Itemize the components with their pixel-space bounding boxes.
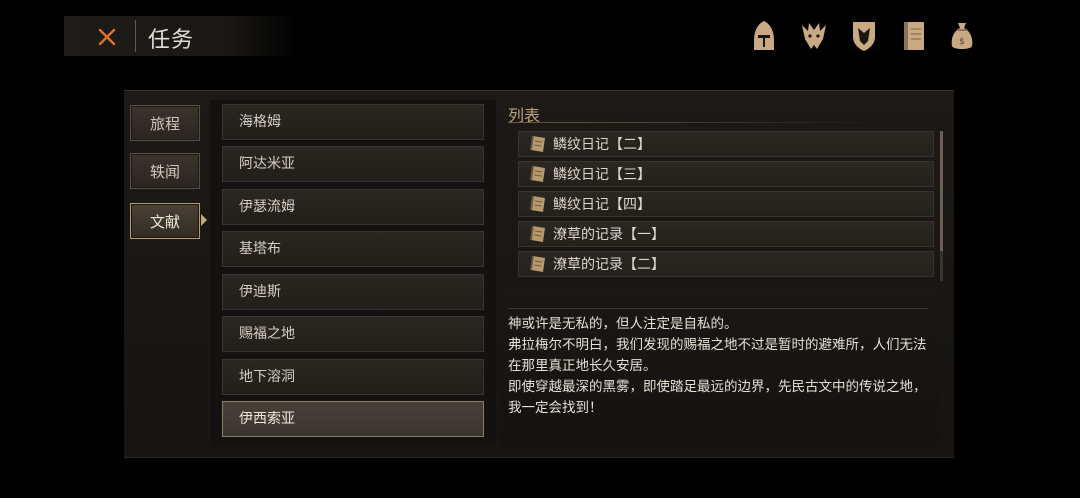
beast-emblem-button[interactable] [794, 16, 834, 56]
document-entry-label: 潦草的记录【一】 [553, 227, 665, 243]
scroll-icon [530, 255, 545, 272]
document-entry[interactable]: 鳞纹日记【四】 [518, 191, 934, 217]
region-item[interactable]: 伊迪斯 [222, 274, 484, 310]
description-line: 弗拉梅尔不明白，我们发现的赐福之地不过是暂时的避难所，人们无法在那里真正地长久安… [508, 337, 927, 374]
top-menu-icons: $ [740, 16, 980, 56]
knight-helmet-icon [754, 21, 774, 50]
category-journey[interactable]: 旅程 [130, 105, 200, 141]
region-item[interactable]: 海格姆 [222, 104, 484, 140]
scroll-icon [530, 195, 545, 212]
shield-crest-icon [853, 22, 875, 51]
category-documents[interactable]: 文献 [130, 203, 200, 239]
document-entry[interactable]: 潦草的记录【一】 [518, 221, 934, 247]
close-x-icon [98, 28, 116, 46]
region-item[interactable]: 赐福之地 [222, 316, 484, 352]
beast-emblem-icon [802, 23, 826, 49]
list-scrollbar-thumb[interactable] [940, 131, 943, 251]
quest-screen: 任务 $ 旅程 轶闻 文献 海格姆 阿达米亚 伊瑟流姆 基塔布 伊迪斯 赐福之地… [0, 0, 1080, 498]
money-bag-button[interactable]: $ [942, 16, 982, 56]
region-item[interactable]: 阿达米亚 [222, 146, 484, 182]
description-text: 神或许是无私的，但人注定是自私的。 弗拉梅尔不明白，我们发现的赐福之地不过是暂时… [508, 314, 934, 419]
category-anecdotes[interactable]: 轶闻 [130, 153, 200, 189]
description-line: 神或许是无私的，但人注定是自私的。 [508, 316, 738, 332]
document-entry[interactable]: 鳞纹日记【二】 [518, 131, 934, 157]
list-title-divider [508, 122, 888, 123]
journal-book-icon [904, 22, 924, 50]
header-divider [135, 20, 136, 52]
close-button[interactable] [92, 22, 122, 52]
svg-text:$: $ [959, 37, 965, 47]
region-item[interactable]: 基塔布 [222, 231, 484, 267]
description-line: 即使穿越最深的黑雾，即使踏足最远的边界，先民古文中的传说之地，我一定会找到！ [508, 379, 927, 416]
region-item[interactable]: 地下溶洞 [222, 359, 484, 395]
document-entry-label: 潦草的记录【二】 [553, 257, 665, 273]
document-entry-label: 鳞纹日记【四】 [553, 197, 651, 213]
scroll-icon [530, 225, 545, 242]
journal-button[interactable] [894, 16, 934, 56]
active-category-arrow-icon [201, 214, 207, 226]
region-item[interactable]: 伊瑟流姆 [222, 189, 484, 225]
description-divider [508, 308, 928, 309]
money-bag-icon: $ [951, 23, 973, 49]
document-entry[interactable]: 鳞纹日记【三】 [518, 161, 934, 187]
shield-crest-button[interactable] [844, 16, 884, 56]
page-title: 任务 [148, 28, 195, 53]
document-entry-label: 鳞纹日记【三】 [553, 167, 651, 183]
knight-helmet-button[interactable] [744, 16, 784, 56]
document-entry[interactable]: 潦草的记录【二】 [518, 251, 934, 277]
region-item-selected[interactable]: 伊西索亚 [222, 401, 484, 437]
scroll-icon [530, 165, 545, 182]
scroll-icon [530, 135, 545, 152]
document-entry-label: 鳞纹日记【二】 [553, 137, 651, 153]
